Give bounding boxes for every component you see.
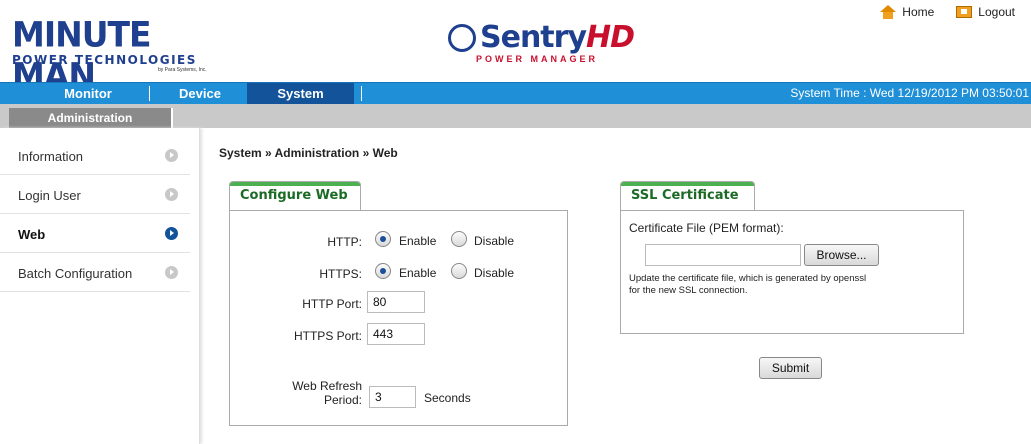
configure-web-panel: HTTP: Enable Disable HTTPS: Enable Disab… — [229, 210, 568, 426]
home-link[interactable]: Home — [880, 5, 934, 19]
breadcrumb: System » Administration » Web — [219, 146, 398, 160]
product-sub: POWER MANAGER — [476, 54, 598, 64]
home-label: Home — [902, 5, 935, 19]
certificate-help-line-1: Update the certificate file, which is ge… — [629, 273, 867, 284]
sidebar-item-label: Information — [18, 149, 84, 164]
sidebar: Information Login User Web Batch Configu… — [0, 128, 200, 444]
sidebar-item-label: Login User — [18, 188, 81, 203]
browse-button[interactable]: Browse... — [804, 244, 879, 266]
sidebar-item-web[interactable]: Web — [0, 214, 190, 253]
page-header: MINUTE MAN POWER TECHNOLOGIES by Para Sy… — [0, 0, 1031, 96]
certificate-help-line-2: for the new SSL connection. — [629, 285, 748, 296]
product-name-b: HD — [586, 20, 635, 55]
main-nav: Monitor Device System System Time : Wed … — [0, 82, 1031, 104]
certificate-help-text: Update the certificate file, which is ge… — [629, 273, 866, 297]
sentryhd-logo: SentryHD POWER MANAGER — [448, 20, 635, 70]
chevron-right-icon — [165, 149, 178, 162]
https-disable-label: Disable — [474, 266, 515, 280]
http-enable-label: Enable — [399, 234, 437, 248]
sidebar-item-label: Web — [18, 227, 46, 242]
https-enable-label: Enable — [399, 266, 437, 280]
certificate-file-label: Certificate File (PEM format): — [629, 221, 784, 235]
nav-monitor[interactable]: Monitor — [38, 83, 138, 104]
http-enable-radio[interactable] — [375, 231, 391, 247]
refresh-period-input[interactable] — [369, 386, 416, 408]
sub-nav: Administration — [0, 104, 1031, 128]
nav-system[interactable]: System — [247, 83, 354, 104]
product-name-a: Sentry — [480, 20, 587, 55]
nav-separator — [149, 86, 150, 101]
https-port-label: HTTPS Port: — [293, 329, 362, 343]
system-time: System Time : Wed 12/19/2012 PM 03:50:01 — [790, 86, 1029, 100]
http-disable-label: Disable — [474, 234, 515, 248]
chevron-right-icon — [165, 188, 178, 201]
brand-sub: POWER TECHNOLOGIES — [12, 53, 197, 67]
product-name: SentryHD — [480, 20, 635, 55]
refresh-unit-label: Seconds — [424, 391, 471, 405]
sidebar-item-information[interactable]: Information — [0, 136, 190, 175]
sidebar-item-login-user[interactable]: Login User — [0, 175, 190, 214]
sentry-power-icon — [448, 24, 476, 52]
chevron-right-icon — [165, 266, 178, 279]
minuteman-logo: MINUTE MAN POWER TECHNOLOGIES by Para Sy… — [10, 14, 230, 96]
home-icon — [880, 5, 897, 19]
https-port-input[interactable] — [367, 323, 425, 345]
brand-para: by Para Systems, Inc. — [158, 67, 207, 73]
http-label: HTTP: — [327, 235, 362, 249]
http-port-input[interactable] — [367, 291, 425, 313]
logout-link[interactable]: Logout — [956, 5, 1015, 19]
refresh-label-line-2: Period: — [323, 393, 362, 407]
sidebar-item-label: Batch Configuration — [18, 266, 133, 281]
nav-separator — [361, 86, 362, 101]
chevron-right-icon — [165, 227, 178, 240]
logout-label: Logout — [978, 5, 1015, 19]
http-port-label: HTTP Port: — [302, 297, 362, 311]
top-links: Home Logout — [880, 5, 1015, 19]
ssl-certificate-panel: Certificate File (PEM format): Browse...… — [620, 210, 964, 334]
https-enable-radio[interactable] — [375, 263, 391, 279]
refresh-label-line-1: Web Refresh — [292, 379, 362, 393]
tab-administration[interactable]: Administration — [9, 108, 173, 128]
https-label: HTTPS: — [319, 267, 362, 281]
http-disable-radio[interactable] — [451, 231, 467, 247]
sidebar-item-batch-configuration[interactable]: Batch Configuration — [0, 253, 190, 292]
submit-button[interactable]: Submit — [759, 357, 822, 379]
ssl-certificate-tab: SSL Certificate — [620, 181, 755, 211]
logout-icon — [956, 6, 973, 18]
configure-web-tab: Configure Web — [229, 181, 361, 211]
https-disable-radio[interactable] — [451, 263, 467, 279]
nav-device[interactable]: Device — [160, 83, 240, 104]
certificate-file-input[interactable] — [645, 244, 801, 266]
refresh-period-label: Web Refresh Period: — [230, 379, 362, 407]
